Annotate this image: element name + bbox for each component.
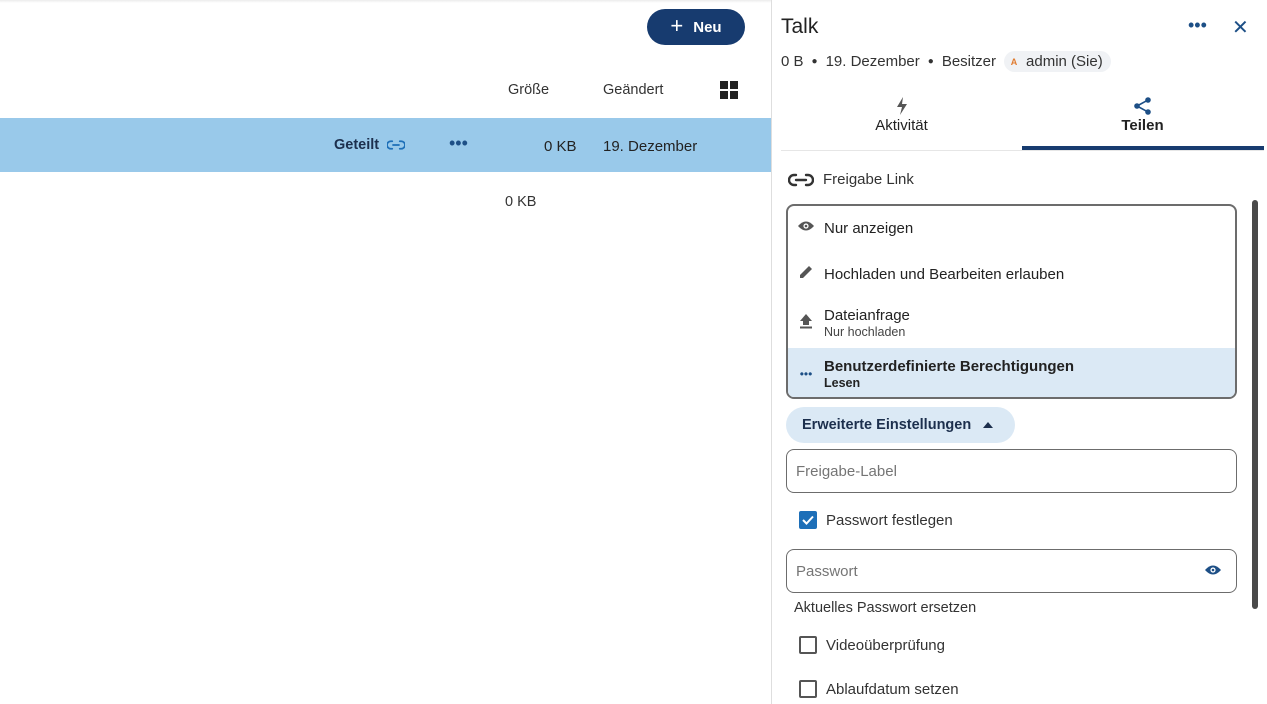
plus-icon: + bbox=[670, 13, 684, 38]
active-tab-indicator bbox=[1022, 146, 1264, 150]
advanced-settings-toggle[interactable]: Erweiterte Einstellungen bbox=[786, 407, 1015, 443]
set-password-checkbox[interactable]: Passwort festlegen bbox=[799, 511, 953, 529]
advanced-settings-label: Erweiterte Einstellungen bbox=[802, 417, 972, 433]
expiry-date-label: Ablaufdatum setzen bbox=[826, 680, 959, 698]
check-icon bbox=[802, 515, 814, 525]
meta-owner-label: Besitzer bbox=[941, 53, 997, 70]
lightning-icon bbox=[897, 97, 907, 115]
upload-icon bbox=[788, 313, 824, 334]
caret-up-icon bbox=[983, 422, 994, 428]
share-link-label: Freigabe Link bbox=[823, 171, 914, 188]
owner-chip[interactable]: A admin (Sie) bbox=[1004, 51, 1111, 72]
tab-activity[interactable]: Aktivität bbox=[781, 93, 1022, 151]
permission-option-edit[interactable]: Hochladen und Bearbeiten erlauben bbox=[788, 262, 1235, 286]
more-actions-icon[interactable]: ••• bbox=[1188, 15, 1207, 36]
permission-option-custom[interactable]: ••• Benutzerdefinierte Berechtigungen Le… bbox=[788, 348, 1235, 397]
shared-label: Geteilt bbox=[334, 137, 380, 153]
row-actions-icon[interactable]: ••• bbox=[449, 133, 468, 154]
details-sidebar: Talk ••• ✕ 0 B ● 19. Dezember ● Besitzer… bbox=[771, 0, 1267, 704]
total-size: 0 KB bbox=[505, 194, 537, 210]
column-header-modified[interactable]: Geändert bbox=[603, 82, 663, 98]
owner-name: admin (Sie) bbox=[1026, 53, 1103, 70]
column-header-size[interactable]: Größe bbox=[508, 82, 549, 98]
file-meta: 0 B ● 19. Dezember ● Besitzer A admin (S… bbox=[781, 51, 1111, 72]
pencil-icon bbox=[788, 264, 824, 285]
replace-password-hint: Aktuelles Passwort ersetzen bbox=[794, 600, 977, 616]
show-password-icon[interactable] bbox=[1204, 563, 1222, 581]
tab-divider bbox=[781, 150, 1264, 151]
meta-date: 19. Dezember bbox=[825, 53, 920, 70]
video-verification-checkbox[interactable]: Videoüberprüfung bbox=[799, 636, 945, 654]
checkbox-unchecked[interactable] bbox=[799, 636, 817, 654]
permission-label: Dateianfrage bbox=[824, 307, 910, 324]
eye-icon bbox=[788, 219, 824, 237]
shared-status-button[interactable]: Geteilt bbox=[334, 137, 406, 153]
meta-size: 0 B bbox=[781, 53, 804, 70]
file-row-selected[interactable]: Geteilt ••• 0 KB 19. Dezember bbox=[0, 118, 771, 172]
permission-dropdown: Nur anzeigen Hochladen und Bearbeiten er… bbox=[786, 204, 1237, 399]
tab-sharing-label: Teilen bbox=[1121, 117, 1164, 134]
file-size: 0 KB bbox=[544, 138, 577, 155]
checkbox-unchecked[interactable] bbox=[799, 680, 817, 698]
share-label-input[interactable] bbox=[786, 449, 1237, 493]
header-shadow bbox=[0, 0, 771, 3]
permission-sublabel: Lesen bbox=[824, 375, 861, 390]
permission-label: Nur anzeigen bbox=[824, 219, 914, 237]
new-button-label: Neu bbox=[693, 18, 722, 36]
dots-icon: ••• bbox=[799, 366, 813, 381]
avatar: A bbox=[1010, 56, 1018, 67]
checkbox-checked[interactable] bbox=[799, 511, 817, 529]
grid-view-icon[interactable] bbox=[720, 81, 738, 99]
password-input[interactable] bbox=[786, 549, 1237, 593]
video-verification-label: Videoüberprüfung bbox=[826, 636, 945, 654]
sidebar-scrollbar[interactable] bbox=[1252, 200, 1258, 609]
permission-option-file-request[interactable]: Dateianfrage Nur hochladen bbox=[788, 304, 1235, 342]
new-button[interactable]: + Neu bbox=[647, 9, 745, 45]
permission-label: Benutzerdefinierte Berechtigungen bbox=[824, 357, 1075, 375]
separator: ● bbox=[811, 56, 818, 67]
close-icon[interactable]: ✕ bbox=[1232, 15, 1249, 40]
file-modified: 19. Dezember bbox=[603, 138, 698, 155]
permission-sublabel: Nur hochladen bbox=[824, 325, 906, 339]
file-list: + Neu Größe Geändert Geteilt ••• 0 KB 19… bbox=[0, 0, 771, 704]
share-link-header: Freigabe Link bbox=[788, 171, 914, 188]
set-password-label: Passwort festlegen bbox=[826, 511, 953, 529]
tab-activity-label: Aktivität bbox=[875, 117, 928, 134]
sidebar-title: Talk bbox=[781, 15, 819, 38]
separator: ● bbox=[927, 56, 934, 67]
permission-option-view-only[interactable]: Nur anzeigen bbox=[788, 216, 1235, 240]
share-icon bbox=[1134, 97, 1151, 115]
tab-sharing[interactable]: Teilen bbox=[1022, 93, 1263, 151]
link-icon bbox=[788, 173, 814, 186]
link-icon bbox=[387, 140, 406, 150]
permission-label: Hochladen und Bearbeiten erlauben bbox=[824, 265, 1065, 283]
expiry-date-checkbox[interactable]: Ablaufdatum setzen bbox=[799, 680, 959, 698]
